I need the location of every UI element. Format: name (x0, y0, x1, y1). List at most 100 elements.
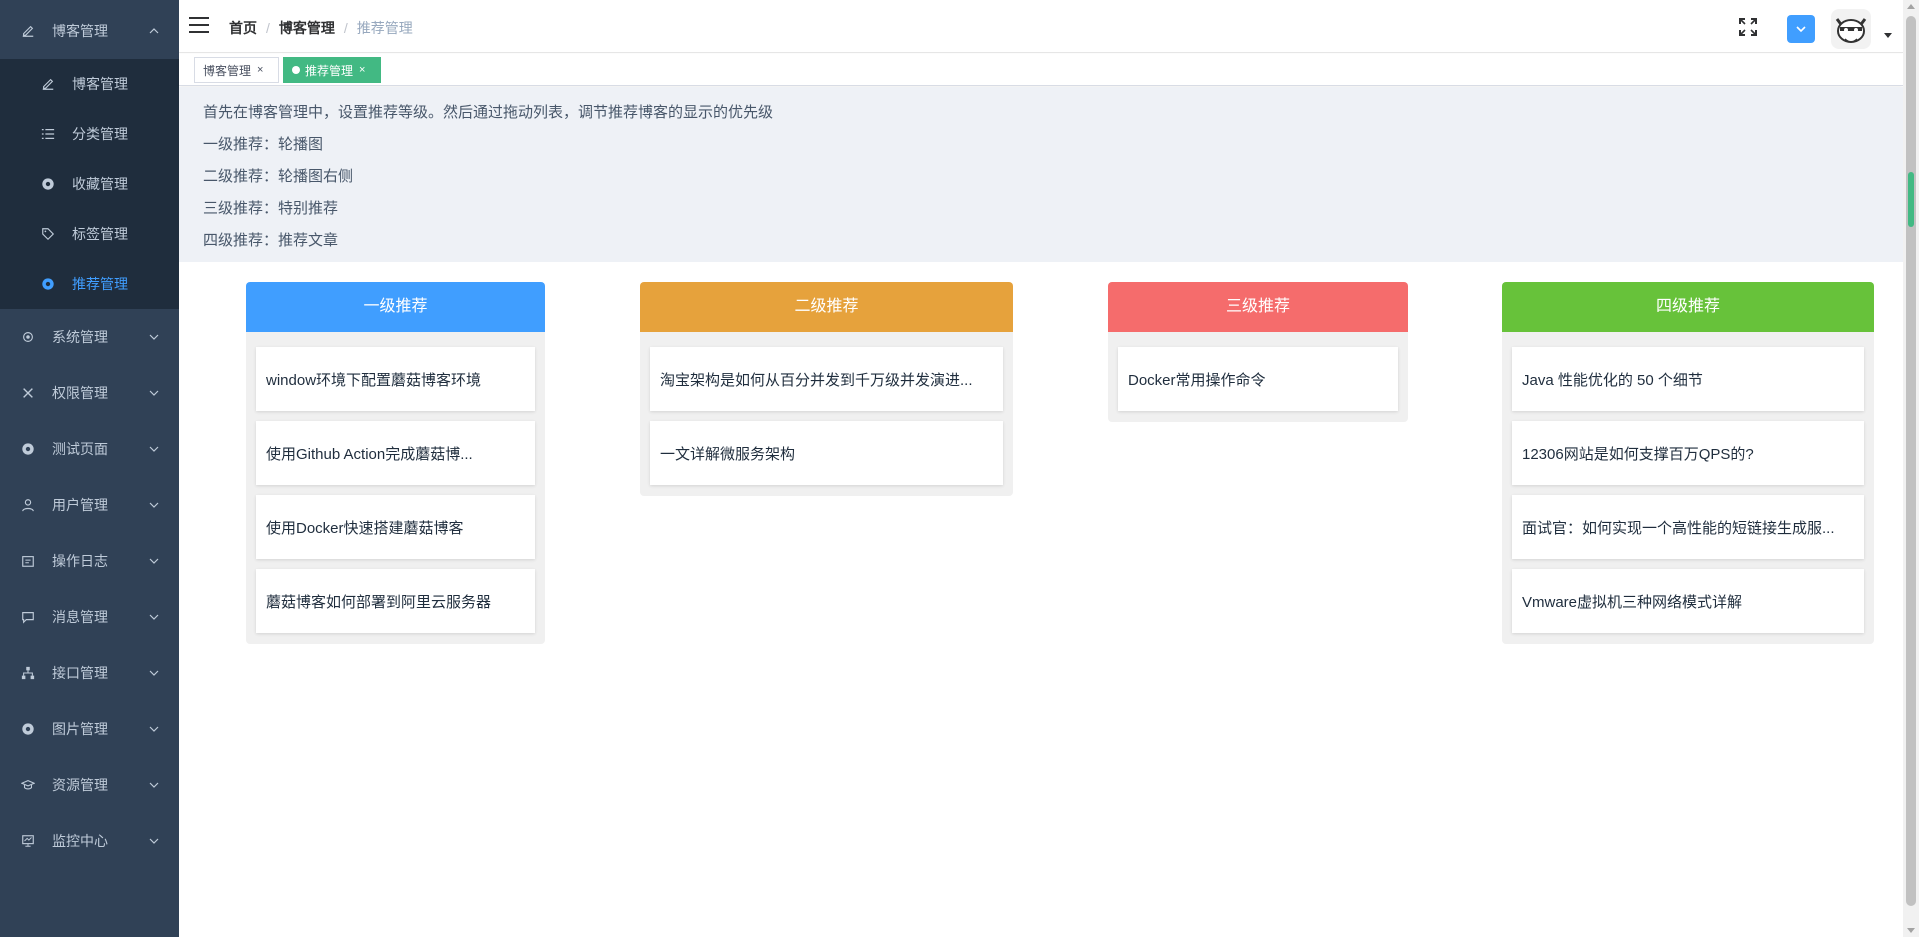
sidebar-item-label: 博客管理 (72, 76, 128, 92)
menu-message[interactable]: 消息管理 (0, 589, 179, 645)
list-item-label: Vmware虚拟机三种网络模式详解 (1522, 593, 1743, 611)
menu-resource[interactable]: 资源管理 (0, 757, 179, 813)
chevron-down-icon (149, 334, 159, 340)
caret-down-icon[interactable] (1884, 33, 1892, 38)
menu-api[interactable]: 接口管理 (0, 645, 179, 701)
edit-icon (20, 23, 36, 39)
sidebar-item-recommend[interactable]: 推荐管理 (0, 259, 179, 309)
sidebar-item-blog[interactable]: 博客管理 (0, 59, 179, 109)
chevron-down-icon (149, 782, 159, 788)
menu-permission[interactable]: 权限管理 (0, 365, 179, 421)
chevron-down-icon (149, 558, 159, 564)
menu-label: 接口管理 (52, 665, 108, 681)
list-item[interactable]: 蘑菇博客如何部署到阿里云服务器 (256, 569, 535, 633)
breadcrumb-separator: / (343, 20, 348, 36)
tags-view: 博客管理 × 推荐管理 × (179, 54, 1903, 86)
info-line: 四级推荐：推荐文章 (203, 232, 339, 249)
list-item[interactable]: 12306网站是如何支撑百万QPS的? (1512, 421, 1864, 485)
chevron-down-icon (149, 502, 159, 508)
breadcrumb-separator: / (266, 20, 270, 36)
aperture-icon (40, 276, 56, 292)
list-item[interactable]: 淘宝架构是如何从百分并发到千万级并发演进... (650, 347, 1003, 411)
chevron-down-icon (149, 614, 159, 620)
column-title: 二级推荐 (640, 282, 1013, 332)
menu-label: 权限管理 (52, 385, 108, 401)
sidebar-item-favorites[interactable]: 收藏管理 (0, 159, 179, 209)
menu-user[interactable]: 用户管理 (0, 477, 179, 533)
dropdown-toggle-button[interactable] (1787, 15, 1815, 43)
chevron-up-icon (149, 28, 159, 34)
message-icon (20, 609, 36, 625)
page-scrollbar[interactable] (1903, 0, 1919, 937)
edit-icon (40, 76, 56, 92)
calendar-icon (20, 553, 36, 569)
list-item-label: Java 性能优化的 50 个细节 (1522, 371, 1703, 389)
menu-operation-log[interactable]: 操作日志 (0, 533, 179, 589)
list-item-label: window环境下配置蘑菇博客环境 (266, 371, 482, 389)
sidebar-item-category[interactable]: 分类管理 (0, 109, 179, 159)
menu-system[interactable]: 系统管理 (0, 309, 179, 365)
scroll-up-icon[interactable] (1907, 4, 1915, 9)
list-item[interactable]: Vmware虚拟机三种网络模式详解 (1512, 569, 1864, 633)
list-item-label: 蘑菇博客如何部署到阿里云服务器 (266, 593, 492, 611)
list-item-label: 一文详解微服务架构 (660, 445, 796, 463)
list-item-label: 使用Github Action完成蘑菇博... (266, 445, 473, 463)
chevron-down-icon (149, 838, 159, 844)
menu-label: 资源管理 (52, 777, 108, 793)
scroll-down-icon[interactable] (1907, 928, 1915, 933)
scroll-thumb[interactable] (1906, 16, 1916, 906)
chevron-down-icon (149, 726, 159, 732)
breadcrumb: 首页 / 博客管理 / 推荐管理 (229, 18, 413, 38)
menu-label: 消息管理 (52, 609, 108, 625)
list-item[interactable]: 一文详解微服务架构 (650, 421, 1003, 485)
menu-picture[interactable]: 图片管理 (0, 701, 179, 757)
navbar: 首页 / 博客管理 / 推荐管理 (179, 0, 1903, 53)
tree-icon (20, 665, 36, 681)
menu-label: 图片管理 (52, 721, 108, 737)
menu-blog-management[interactable]: 博客管理 (0, 3, 179, 59)
tab-recommend-management[interactable]: 推荐管理 × (283, 57, 381, 83)
info-panel: 首先在博客管理中，设置推荐等级。然后通过拖动列表，调节推荐博客的显示的优先级 一… (179, 87, 1903, 262)
sidebar: 博客管理 博客管理 分类管理 收藏管理 标签管理 推荐管理 系统管理 权限管理 … (0, 0, 179, 937)
breadcrumb-home[interactable]: 首页 (229, 18, 257, 38)
avatar[interactable] (1831, 9, 1871, 49)
close-icon[interactable]: × (257, 64, 263, 76)
list-item-label: 淘宝架构是如何从百分并发到千万级并发演进... (660, 371, 973, 389)
list-item[interactable]: 面试官：如何实现一个高性能的短链接生成服... (1512, 495, 1864, 559)
list-item[interactable]: Docker常用操作命令 (1118, 347, 1398, 411)
tab-blog-management[interactable]: 博客管理 × (194, 57, 279, 83)
column-title: 一级推荐 (246, 282, 545, 332)
column-title: 三级推荐 (1108, 282, 1408, 332)
chevron-down-icon (149, 670, 159, 676)
fullscreen-icon[interactable] (1738, 17, 1758, 37)
column-list: 淘宝架构是如何从百分并发到千万级并发演进... 一文详解微服务架构 (640, 332, 1013, 496)
column-list: Docker常用操作命令 (1108, 332, 1408, 422)
sidebar-item-label: 标签管理 (72, 226, 128, 242)
chevron-down-icon (149, 446, 159, 452)
tools-icon (20, 385, 36, 401)
list-item[interactable]: Java 性能优化的 50 个细节 (1512, 347, 1864, 411)
close-icon[interactable]: × (359, 64, 365, 76)
list-item[interactable]: 使用Github Action完成蘑菇博... (256, 421, 535, 485)
tag-icon (40, 226, 56, 242)
chevron-down-icon (1796, 26, 1806, 33)
user-icon (20, 497, 36, 513)
breadcrumb-blog[interactable]: 博客管理 (279, 18, 335, 38)
info-line: 一级推荐：轮播图 (203, 136, 324, 153)
sidebar-item-tags[interactable]: 标签管理 (0, 209, 179, 259)
monitor-icon (20, 833, 36, 849)
column-title: 四级推荐 (1502, 282, 1874, 332)
menu-label: 操作日志 (52, 553, 108, 569)
info-line: 三级推荐：特别推荐 (203, 200, 339, 217)
list-item[interactable]: 使用Docker快速搭建蘑菇博客 (256, 495, 535, 559)
sidebar-item-label: 收藏管理 (72, 176, 128, 192)
menu-test-page[interactable]: 测试页面 (0, 421, 179, 477)
menu-monitor[interactable]: 监控中心 (0, 813, 179, 869)
column-list: window环境下配置蘑菇博客环境 使用Github Action完成蘑菇博..… (246, 332, 545, 644)
chevron-down-icon (149, 390, 159, 396)
aperture-icon (20, 721, 36, 737)
hamburger-icon[interactable] (189, 17, 209, 35)
menu-label: 系统管理 (52, 329, 108, 345)
list-item[interactable]: window环境下配置蘑菇博客环境 (256, 347, 535, 411)
tag-label: 博客管理 (203, 63, 252, 78)
